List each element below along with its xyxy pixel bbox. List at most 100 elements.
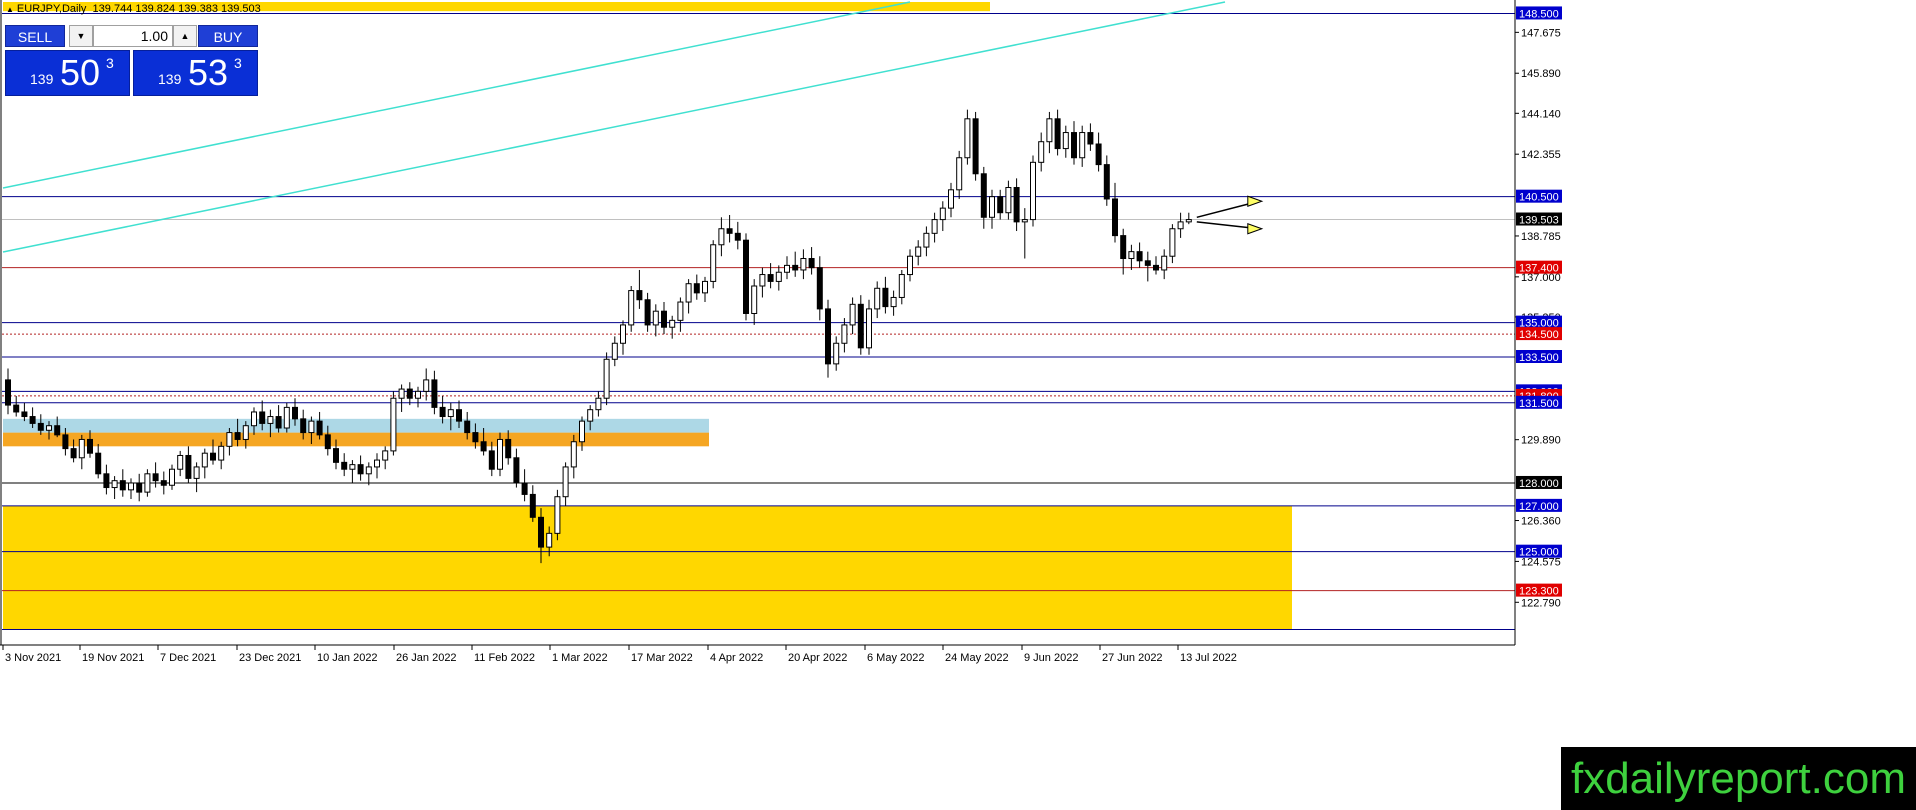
buy-quote-prefix: 139 xyxy=(158,71,182,87)
bear-candle xyxy=(529,493,536,518)
bull-candle xyxy=(1161,255,1168,271)
bull-candle xyxy=(677,301,684,321)
bear-candle xyxy=(538,516,544,548)
bear-candle xyxy=(693,283,700,294)
bear-candle xyxy=(160,480,167,486)
level-tag: 123.300 xyxy=(1519,586,1559,598)
bear-candle xyxy=(636,290,643,301)
bull-candle xyxy=(685,283,692,303)
bear-candle xyxy=(152,473,159,482)
sell-button[interactable]: SELL xyxy=(5,25,65,47)
bull-candle xyxy=(989,196,995,218)
bull-candle xyxy=(251,411,257,427)
bear-candle xyxy=(792,264,799,271)
bear-candle xyxy=(882,287,889,308)
bull-candle xyxy=(497,438,503,470)
bull-candle xyxy=(226,432,233,447)
bear-candle xyxy=(62,434,69,450)
bull-candle xyxy=(628,290,635,326)
bull-candle xyxy=(890,296,897,308)
bull-candle xyxy=(1062,132,1069,150)
bull-candle xyxy=(1046,118,1053,143)
bear-candle xyxy=(185,454,192,479)
current-price-tag: 139.503 xyxy=(1519,215,1559,227)
bear-candle xyxy=(743,239,749,314)
bull-candle xyxy=(447,409,454,418)
x-tick-label: 20 Apr 2022 xyxy=(788,652,847,664)
bull-candle xyxy=(948,189,954,209)
x-tick-label: 4 Apr 2022 xyxy=(710,652,763,664)
bull-candle xyxy=(579,420,585,443)
bull-candle xyxy=(1128,251,1135,260)
bull-candle xyxy=(718,228,725,246)
chart-header: ▲ EURJPY,Daily 139.744 139.824 139.383 13… xyxy=(6,3,261,15)
bull-candle xyxy=(144,473,151,493)
sell-quote-prefix: 139 xyxy=(30,71,54,87)
bear-candle xyxy=(1095,143,1102,166)
brand-watermark: fxdailyreport.com xyxy=(1561,747,1916,810)
buy-quote-main: 53 xyxy=(188,52,229,93)
bull-candle xyxy=(169,468,175,486)
y-tick-label: 126.360 xyxy=(1521,516,1561,528)
x-tick-label: 1 Mar 2022 xyxy=(552,652,608,664)
bear-candle xyxy=(521,482,528,495)
bull-candle xyxy=(283,406,290,429)
bear-candle xyxy=(300,418,307,434)
x-tick-label: 11 Feb 2022 xyxy=(474,652,535,664)
bear-candle xyxy=(472,432,479,443)
forecast-arrow-down-head xyxy=(1247,223,1264,235)
buy-button[interactable]: BUY xyxy=(198,25,258,47)
bull-candle xyxy=(710,244,717,282)
price-chart[interactable]: 147.675145.890144.140142.355138.785137.0… xyxy=(0,0,1916,810)
bull-candle xyxy=(349,464,356,470)
bull-candle xyxy=(546,532,553,548)
candles-layer xyxy=(5,109,1192,564)
bull-candle xyxy=(382,450,389,461)
support-zone-yellow xyxy=(3,505,1292,630)
bear-candle xyxy=(13,404,20,413)
bear-candle xyxy=(316,420,323,436)
bull-candle xyxy=(849,303,856,326)
bear-candle xyxy=(767,274,774,282)
bear-candle xyxy=(488,450,495,470)
support-zone-lightblue xyxy=(3,418,709,433)
bull-candle xyxy=(177,454,184,470)
lot-increase-icon[interactable]: ▲ xyxy=(173,25,197,47)
buy-quote[interactable]: 139 53 3 xyxy=(133,50,258,96)
bear-candle xyxy=(439,406,446,418)
bear-candle xyxy=(70,448,77,459)
bull-candle xyxy=(1185,219,1192,223)
bull-candle xyxy=(390,397,397,452)
bear-candle xyxy=(456,409,462,422)
bear-candle xyxy=(275,416,282,429)
y-tick-label: 147.675 xyxy=(1521,27,1561,39)
bull-candle xyxy=(1021,219,1028,223)
arrows-layer xyxy=(1196,195,1264,235)
x-tick-label: 23 Dec 2021 xyxy=(239,652,301,664)
bear-candle xyxy=(259,411,266,424)
x-tick-label: 17 Mar 2022 xyxy=(631,652,693,664)
bull-candle xyxy=(128,482,134,491)
bear-candle xyxy=(1112,198,1118,237)
bull-candle xyxy=(759,274,766,287)
bull-candle xyxy=(570,441,577,468)
bull-candle xyxy=(111,480,118,489)
lot-size-input[interactable]: 1.00 xyxy=(93,25,173,47)
y-tick-label: 129.890 xyxy=(1521,435,1561,447)
bear-candle xyxy=(87,438,93,454)
x-tick-label: 26 Jan 2022 xyxy=(396,652,457,664)
bear-candle xyxy=(661,310,667,328)
sell-quote[interactable]: 139 50 3 xyxy=(5,50,130,96)
lot-decrease-icon[interactable]: ▼ xyxy=(69,25,93,47)
bear-candle xyxy=(997,196,1004,214)
bull-candle xyxy=(907,255,913,276)
forecast-arrow-up-shaft xyxy=(1196,202,1250,219)
bull-candle xyxy=(1038,141,1045,163)
level-tag: 134.500 xyxy=(1519,329,1559,341)
y-tick-label: 144.140 xyxy=(1521,108,1561,120)
level-tag: 125.000 xyxy=(1519,547,1559,559)
bear-candle xyxy=(136,482,143,493)
bear-candle xyxy=(1054,118,1061,150)
collapse-triangle-icon[interactable]: ▲ xyxy=(6,5,14,14)
bull-candle xyxy=(784,264,790,273)
